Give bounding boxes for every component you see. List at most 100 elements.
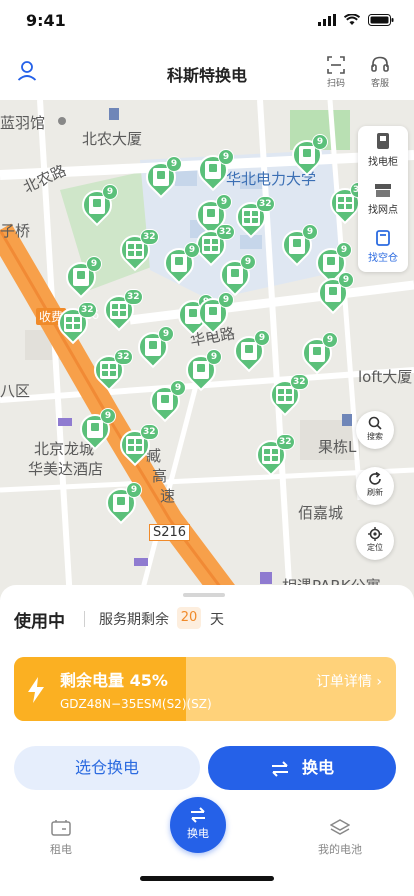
cabinet-icon xyxy=(205,161,221,179)
map-label: 蓝羽馆 xyxy=(0,114,46,132)
map[interactable]: 蓝羽馆 北农大厦 北农路 华北电力大学 子桥 收费 16 华电路 八区 loft… xyxy=(0,100,414,600)
tab-swap-label: 换电 xyxy=(187,827,209,840)
station-pin[interactable]: 32 xyxy=(229,195,275,240)
pin-count-badge: 9 xyxy=(102,184,118,200)
scan-button[interactable]: 扫码 xyxy=(320,56,352,89)
scan-label: 扫码 xyxy=(326,79,345,89)
pin-count-badge: 32 xyxy=(290,374,309,390)
order-detail-link[interactable]: 订单详情 › xyxy=(316,671,382,691)
search-button[interactable]: 搜索 xyxy=(356,411,394,449)
pin-count-badge: 32 xyxy=(78,302,97,318)
station-pin[interactable]: 32 xyxy=(51,301,97,346)
station-pin[interactable]: 32 xyxy=(323,181,369,226)
find-outlet-label: 找网点 xyxy=(368,205,398,216)
pin-count-badge: 32 xyxy=(140,229,159,245)
find-empty-slot-button[interactable]: 找空仓 xyxy=(358,230,408,264)
station-pin[interactable]: 9 xyxy=(191,291,235,336)
days-unit: 天 xyxy=(210,612,224,628)
station-pin[interactable]: 32 xyxy=(249,433,295,478)
station-pin[interactable]: 32 xyxy=(263,373,309,418)
locate-icon xyxy=(368,527,382,541)
map-label: 高 xyxy=(152,467,168,485)
signal-icon xyxy=(318,14,336,26)
pin-count-badge: 9 xyxy=(322,332,338,348)
layers-icon xyxy=(330,819,350,835)
headset-icon xyxy=(371,56,389,72)
station-pin[interactable]: 9 xyxy=(311,271,355,316)
station-pin[interactable]: 9 xyxy=(139,155,183,200)
pin-count-badge: 9 xyxy=(166,156,182,172)
cabinet-icon xyxy=(227,266,243,284)
map-label: loft大厦 xyxy=(358,368,413,386)
station-pin[interactable]: 9 xyxy=(227,329,271,374)
find-cabinet-button[interactable]: 找电柜 xyxy=(358,132,408,168)
station-pin[interactable]: 9 xyxy=(99,481,143,526)
pin-count-badge: 9 xyxy=(86,256,102,272)
station-pin[interactable]: 32 xyxy=(113,423,159,468)
map-filter-panel: 找电柜 找网点 找空仓 xyxy=(358,126,408,272)
tab-my-battery-label: 我的电池 xyxy=(318,843,362,856)
pin-count-badge: 9 xyxy=(218,149,234,165)
tab-rent-label: 租电 xyxy=(50,843,72,856)
battery-card[interactable]: 剩余电量 45% GDZ48N−35ESM(S2)(SZ) 订单详情 › xyxy=(14,657,396,721)
customer-service-button[interactable]: 客服 xyxy=(364,56,396,89)
station-pin[interactable]: 9 xyxy=(143,379,187,424)
refresh-button[interactable]: 刷新 xyxy=(356,467,394,505)
find-empty-label: 找空仓 xyxy=(368,253,398,264)
swap-button-label: 换电 xyxy=(301,758,334,777)
pin-count-badge: 32 xyxy=(256,196,275,212)
station-pin[interactable]: 9 xyxy=(131,325,175,370)
header: 科斯特换电 扫码 客服 xyxy=(0,44,414,100)
station-pin[interactable]: 9 xyxy=(275,223,319,268)
cabinet-icon xyxy=(299,146,315,164)
cabinet-icon xyxy=(89,196,105,214)
station-pin[interactable]: 9 xyxy=(75,183,119,228)
pin-count-badge: 9 xyxy=(240,254,256,270)
cabinet-icon xyxy=(193,361,209,379)
cabinet-icon xyxy=(126,241,144,259)
station-pin[interactable]: 9 xyxy=(179,348,223,393)
pin-count-badge: 9 xyxy=(312,134,328,150)
tab-rent[interactable]: 租电 xyxy=(50,819,72,857)
choose-slot-swap-button[interactable]: 选仓换电 xyxy=(14,746,200,790)
cabinet-icon xyxy=(377,133,389,149)
store-icon xyxy=(375,184,391,197)
battery-model: GDZ48N−35ESM(S2)(SZ) xyxy=(60,697,212,711)
station-pin[interactable]: 9 xyxy=(285,133,329,178)
refresh-label: 刷新 xyxy=(367,488,383,497)
search-label: 搜索 xyxy=(367,432,383,441)
station-pin[interactable]: 32 xyxy=(113,228,159,273)
scan-icon xyxy=(327,56,345,74)
cabinet-icon xyxy=(325,284,341,302)
lightning-icon xyxy=(28,677,44,703)
tab-swap[interactable]: 换电 xyxy=(170,797,226,853)
status-time: 9:41 xyxy=(26,11,66,30)
map-label: S216 xyxy=(149,524,191,541)
pin-count-badge: 9 xyxy=(206,349,222,365)
sheet-handle[interactable] xyxy=(183,593,225,597)
station-pin[interactable]: 32 xyxy=(97,288,143,333)
cabinet-icon xyxy=(153,168,169,186)
battery-remaining: 剩余电量 45% xyxy=(60,671,168,690)
tab-my-battery[interactable]: 我的电池 xyxy=(318,819,362,857)
cabinet-icon xyxy=(205,304,221,322)
pin-count-badge: 32 xyxy=(276,434,295,450)
service-remaining-label: 服务期剩余 xyxy=(99,612,169,628)
locate-label: 定位 xyxy=(367,543,383,552)
station-pin[interactable]: 32 xyxy=(87,348,133,393)
map-label: 北农大厦 xyxy=(82,130,143,148)
station-pin[interactable]: 9 xyxy=(295,331,339,376)
map-label: 速 xyxy=(160,487,176,505)
station-pin[interactable]: 9 xyxy=(191,148,235,193)
locate-button[interactable]: 定位 xyxy=(356,522,394,560)
refresh-icon xyxy=(369,472,381,485)
cabinet-icon xyxy=(203,206,219,224)
station-pin[interactable]: 9 xyxy=(73,407,117,452)
swap-battery-button[interactable]: 换电 xyxy=(208,746,396,790)
station-pin[interactable]: 9 xyxy=(157,241,201,286)
station-pin[interactable]: 9 xyxy=(59,255,103,300)
pin-count-badge: 9 xyxy=(184,242,200,258)
rental-status: 使用中 xyxy=(14,612,65,632)
find-outlet-button[interactable]: 找网点 xyxy=(358,182,408,216)
cabinet-icon xyxy=(241,342,257,360)
